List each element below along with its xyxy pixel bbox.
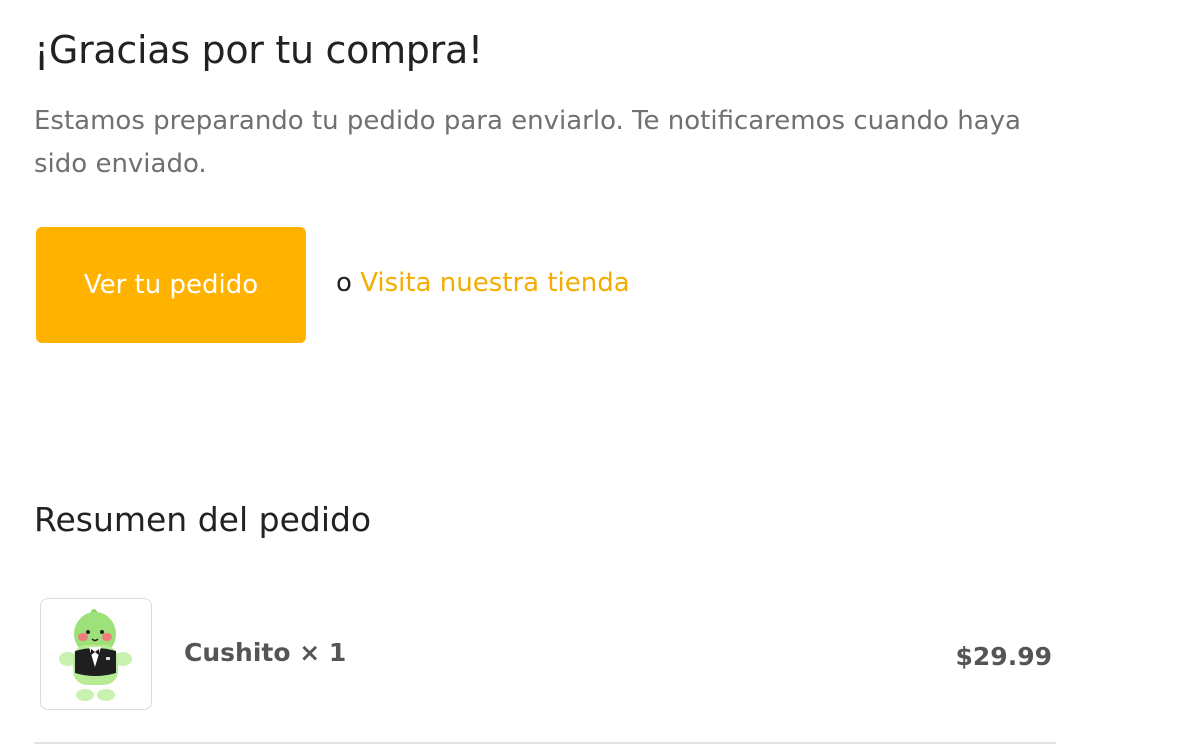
order-summary-heading: Resumen del pedido [34, 500, 372, 539]
or-text: o [336, 268, 352, 298]
item-price: $29.99 [955, 642, 1052, 671]
store-link-line: o Visita nuestra tienda [336, 268, 630, 298]
view-order-button[interactable]: Ver tu pedido [36, 227, 306, 343]
order-confirmation-page: ¡Gracias por tu compra! Estamos preparan… [34, 0, 1056, 746]
page-title: ¡Gracias por tu compra! [34, 28, 483, 72]
visit-store-link[interactable]: Visita nuestra tienda [360, 268, 630, 298]
plush-toy-image [59, 609, 132, 701]
item-name-quantity: Cushito × 1 [184, 638, 346, 667]
order-item-row: Cushito × 1 $29.99 [34, 598, 1056, 712]
divider [34, 742, 1056, 744]
item-quantity: × 1 [299, 638, 347, 667]
item-name: Cushito [184, 638, 291, 667]
confirmation-message: Estamos preparando tu pedido para enviar… [34, 106, 1021, 179]
product-thumbnail [40, 598, 152, 710]
